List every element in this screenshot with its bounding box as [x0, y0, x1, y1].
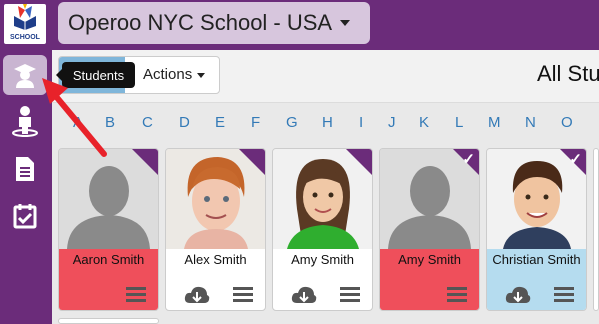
- actions-button[interactable]: Actions: [143, 66, 206, 83]
- card-corner-badge: [346, 149, 372, 175]
- student-card-partial[interactable]: [593, 148, 599, 311]
- letter-n[interactable]: N: [525, 114, 536, 131]
- calendar-check-icon: [13, 204, 37, 229]
- people-icon: [12, 106, 38, 137]
- student-card-partial[interactable]: [58, 318, 159, 324]
- chevron-down-icon: [197, 72, 206, 78]
- chevron-down-icon: [340, 20, 351, 26]
- alphabet-filter: A B C D E F G H I J K L M N O: [58, 110, 599, 138]
- menu-icon[interactable]: [233, 287, 253, 302]
- menu-icon[interactable]: [554, 287, 574, 302]
- letter-j[interactable]: J: [388, 114, 396, 131]
- sidebar-item-forms[interactable]: [3, 196, 47, 236]
- book-logo-icon: [14, 4, 36, 30]
- checkmark-icon: ✓: [569, 151, 582, 168]
- menu-icon[interactable]: [447, 287, 467, 302]
- letter-f[interactable]: F: [251, 114, 260, 131]
- page-title: All Stu: [537, 61, 599, 86]
- letter-m[interactable]: M: [488, 114, 501, 131]
- letter-i[interactable]: I: [359, 114, 363, 131]
- school-logo[interactable]: SCHOOL: [4, 4, 46, 44]
- student-card[interactable]: Aaron Smith: [58, 148, 159, 311]
- card-corner-badge: [239, 149, 265, 175]
- letter-h[interactable]: H: [322, 114, 333, 131]
- letter-l[interactable]: L: [455, 114, 463, 131]
- student-card[interactable]: ✓ Christian Smith: [486, 148, 587, 311]
- letter-k[interactable]: K: [419, 114, 429, 131]
- menu-icon[interactable]: [126, 287, 146, 302]
- checkmark-icon: ✓: [462, 151, 475, 168]
- letter-c[interactable]: C: [142, 114, 153, 131]
- student-card[interactable]: Amy Smith: [272, 148, 373, 311]
- letter-d[interactable]: D: [179, 114, 190, 131]
- annotation-arrow-icon: [42, 78, 107, 157]
- school-selector[interactable]: Operoo NYC School - USA: [58, 2, 370, 44]
- card-corner-badge: [132, 149, 158, 175]
- letter-g[interactable]: G: [286, 114, 298, 131]
- document-icon: [16, 157, 34, 181]
- actions-label: Actions: [143, 66, 193, 83]
- student-card[interactable]: Alex Smith: [165, 148, 266, 311]
- menu-icon[interactable]: [340, 287, 360, 302]
- students-icon: [14, 64, 36, 88]
- cloud-download-icon[interactable]: [291, 285, 317, 305]
- letter-o[interactable]: O: [561, 114, 573, 131]
- cloud-download-icon[interactable]: [184, 285, 210, 305]
- logo-text: SCHOOL: [10, 34, 40, 41]
- school-title: Operoo NYC School - USA: [68, 10, 333, 35]
- cloud-download-icon[interactable]: [505, 285, 531, 305]
- letter-e[interactable]: E: [215, 114, 225, 131]
- student-card[interactable]: ✓ Amy Smith: [379, 148, 480, 311]
